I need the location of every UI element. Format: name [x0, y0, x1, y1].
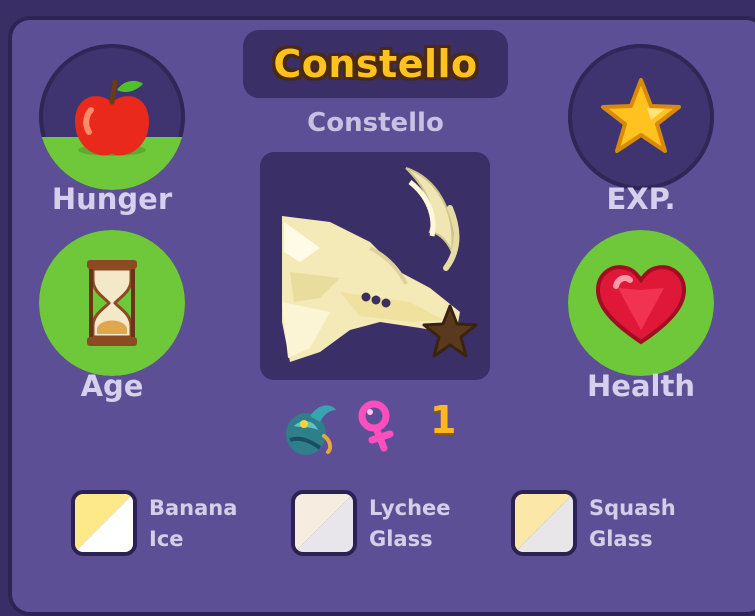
swatch-line2: Ice	[149, 527, 184, 551]
heart-icon	[595, 265, 687, 345]
color-swatch-lychee-glass[interactable]	[291, 490, 357, 556]
swatch-line2: Glass	[369, 527, 433, 551]
swatch-line1: Banana	[149, 496, 238, 520]
age-label: Age	[80, 369, 144, 403]
pet-image	[282, 167, 478, 362]
swatch-line2: Glass	[589, 527, 653, 551]
swatch-label-squash-glass: Squash Glass	[589, 493, 676, 555]
female-icon	[358, 400, 394, 452]
exp-label: EXP.	[606, 182, 676, 216]
health-label: Health	[587, 369, 695, 403]
star-icon	[601, 78, 681, 153]
pet-level: 1	[430, 398, 457, 442]
pet-species: Constello	[307, 108, 444, 138]
pet-portrait	[260, 152, 490, 380]
exp-meter[interactable]	[568, 44, 714, 190]
swatch-line1: Lychee	[369, 496, 451, 520]
health-meter[interactable]	[568, 230, 714, 376]
pet-name: Constello	[273, 42, 478, 86]
swatch-label-lychee-glass: Lychee Glass	[369, 493, 451, 555]
color-swatch-squash-glass[interactable]	[511, 490, 577, 556]
swatch-label-banana-ice: Banana Ice	[149, 493, 237, 555]
age-meter[interactable]	[39, 230, 185, 376]
hunger-meter[interactable]	[39, 44, 185, 190]
dragon-egg-icon	[286, 405, 336, 455]
hourglass-icon	[87, 260, 137, 346]
pet-name-plate: Constello	[243, 30, 508, 98]
swatch-fill	[515, 494, 573, 552]
swatch-fill	[75, 494, 133, 552]
color-swatch-banana-ice[interactable]	[71, 490, 137, 556]
swatch-line1: Squash	[589, 496, 676, 520]
hunger-label: Hunger	[51, 182, 173, 216]
swatch-fill	[295, 494, 353, 552]
apple-icon	[75, 79, 149, 156]
